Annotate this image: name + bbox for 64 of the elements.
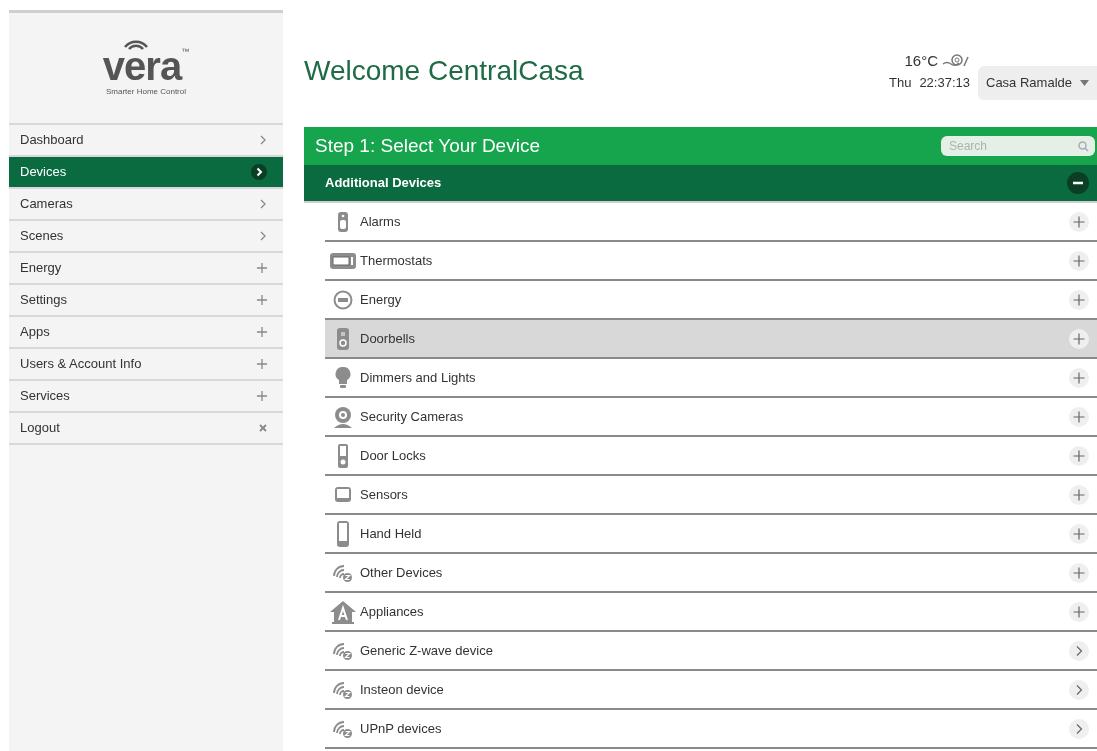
plus-icon <box>257 391 267 401</box>
sidebar-item[interactable]: Cameras <box>9 189 283 221</box>
plus-icon <box>257 359 267 369</box>
collapse-icon[interactable] <box>1067 172 1089 194</box>
sidebar-item[interactable]: Energy <box>9 253 283 285</box>
doorbell-icon <box>335 326 350 351</box>
plus-icon <box>257 295 267 305</box>
door-lock-icon <box>336 442 349 469</box>
chevron-icon <box>259 198 267 210</box>
sidebar-item[interactable]: Scenes <box>9 221 283 253</box>
sidebar-item[interactable]: Services <box>9 381 283 413</box>
remote-icon <box>335 519 350 548</box>
add-icon[interactable] <box>1069 523 1089 544</box>
wifi-icon <box>123 38 149 50</box>
add-icon[interactable] <box>1069 406 1089 427</box>
trademark-text: ™ <box>181 46 190 58</box>
search-field[interactable]: Search <box>941 136 1095 156</box>
chevron-icon[interactable] <box>1069 640 1089 661</box>
camera-icon <box>332 404 353 429</box>
plus-icon <box>257 263 267 273</box>
plus-icon <box>257 327 267 337</box>
close-icon <box>259 424 267 432</box>
add-icon[interactable] <box>1069 328 1089 349</box>
chevron-icon[interactable] <box>1069 679 1089 700</box>
sensor-icon <box>333 485 352 504</box>
wireless-icon <box>331 641 354 660</box>
chevron-icon <box>259 134 267 146</box>
add-icon[interactable] <box>1069 601 1089 622</box>
page-title: Welcome CentralCasa <box>304 54 584 88</box>
wireless-icon <box>331 680 354 699</box>
search-icon <box>1078 141 1089 152</box>
chevron-icon <box>259 230 267 242</box>
thermostat-icon <box>328 251 357 270</box>
add-icon[interactable] <box>1069 484 1089 505</box>
wireless-icon <box>331 719 354 738</box>
energy-meter-icon <box>332 289 353 310</box>
time-text: 22:37:13 <box>919 73 970 92</box>
wireless-icon <box>331 563 354 582</box>
sidebar-item[interactable]: Logout <box>9 413 283 445</box>
temperature-text: 16°C <box>904 51 938 71</box>
add-icon[interactable] <box>1069 562 1089 583</box>
add-icon[interactable] <box>1069 211 1089 232</box>
add-icon[interactable] <box>1069 367 1089 388</box>
device-category-row[interactable]: Doorbells <box>325 320 1097 359</box>
sidebar-item[interactable]: Devices <box>9 157 283 189</box>
dropdown-caret-icon <box>1080 80 1089 86</box>
add-icon[interactable] <box>1069 445 1089 466</box>
add-icon[interactable] <box>1069 289 1089 310</box>
chevron-icon[interactable] <box>1069 718 1089 739</box>
day-text: Thu <box>889 73 912 92</box>
chevron-icon <box>251 164 267 180</box>
step-title: Step 1: Select Your Device <box>315 133 540 158</box>
sidebar-item[interactable]: Settings <box>9 285 283 317</box>
appliance-icon <box>328 599 357 624</box>
group-title: Additional Devices <box>325 174 442 193</box>
sidebar-item[interactable]: Apps <box>9 317 283 349</box>
logo-tagline: Smarter Home Control <box>106 86 186 98</box>
add-icon[interactable] <box>1069 250 1089 271</box>
logo-text: vera <box>102 46 182 86</box>
device-group-header[interactable]: Additional Devices <box>304 165 1097 203</box>
sidebar-item[interactable]: Users & Account Info <box>9 349 283 381</box>
alarm-sensor-icon <box>336 210 349 233</box>
light-bulb-icon <box>334 365 351 390</box>
location-dropdown[interactable]: Casa Ramalde <box>978 66 1097 100</box>
